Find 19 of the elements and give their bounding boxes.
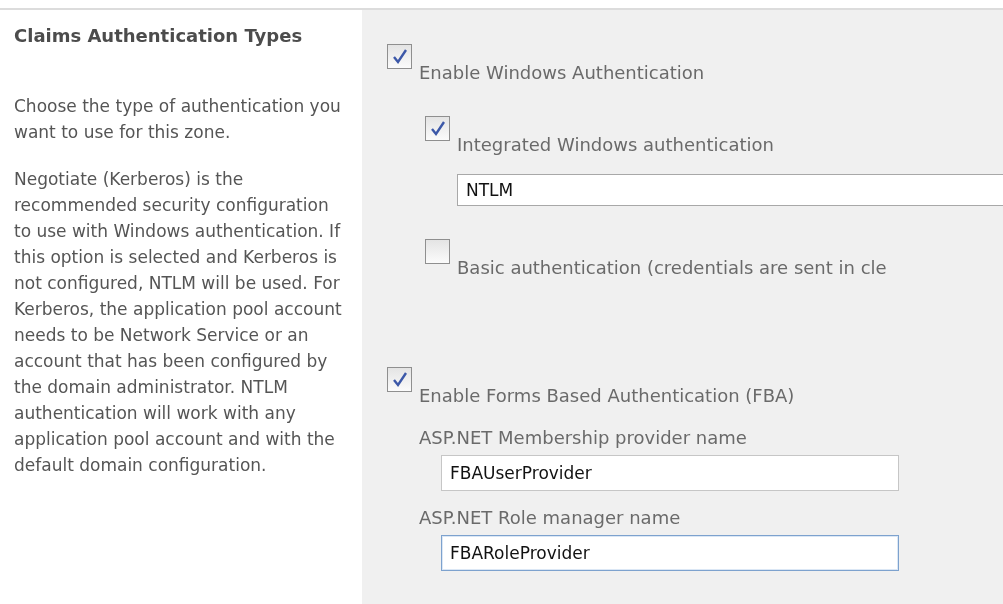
checkbox-label: Basic authentication (credentials are sent in cle	[457, 257, 887, 279]
description-text: Negotiate (Kerberos) is the recommended security configuration to use with Windows authentication. If this option is selected and Kerberos is not configured, NTLM will be used. For Kerberos, the application pool account needs to be Network Service or an account that has been configured by the domain administrator. NTLM authentication will work with any application pool account and with the default domain configuration.	[14, 168, 343, 477]
description-text: Choose the type of authentication you want to use for this zone.	[14, 95, 342, 144]
checkbox[interactable]	[425, 239, 450, 264]
checkbox-label: Integrated Windows authentication	[457, 134, 774, 156]
text-field[interactable]: FBAUserProvider	[441, 455, 899, 491]
check-icon	[390, 47, 409, 66]
field-label: ASP.NET Membership provider name	[419, 427, 748, 449]
checkbox[interactable]	[425, 116, 450, 141]
field-label: ASP.NET Role manager name	[419, 507, 682, 529]
checkbox-label: Enable Forms Based Authentication (FBA)	[419, 385, 795, 407]
section-title: Claims Authentication Types	[14, 24, 304, 48]
check-icon	[428, 119, 447, 138]
checkbox[interactable]	[387, 44, 412, 69]
check-icon	[390, 370, 409, 389]
checkbox-label: Enable Windows Authentication	[419, 62, 705, 84]
text-field[interactable]: FBARoleProvider	[441, 535, 899, 571]
select-field[interactable]: NTLM	[457, 174, 1003, 206]
checkbox[interactable]	[387, 367, 412, 392]
